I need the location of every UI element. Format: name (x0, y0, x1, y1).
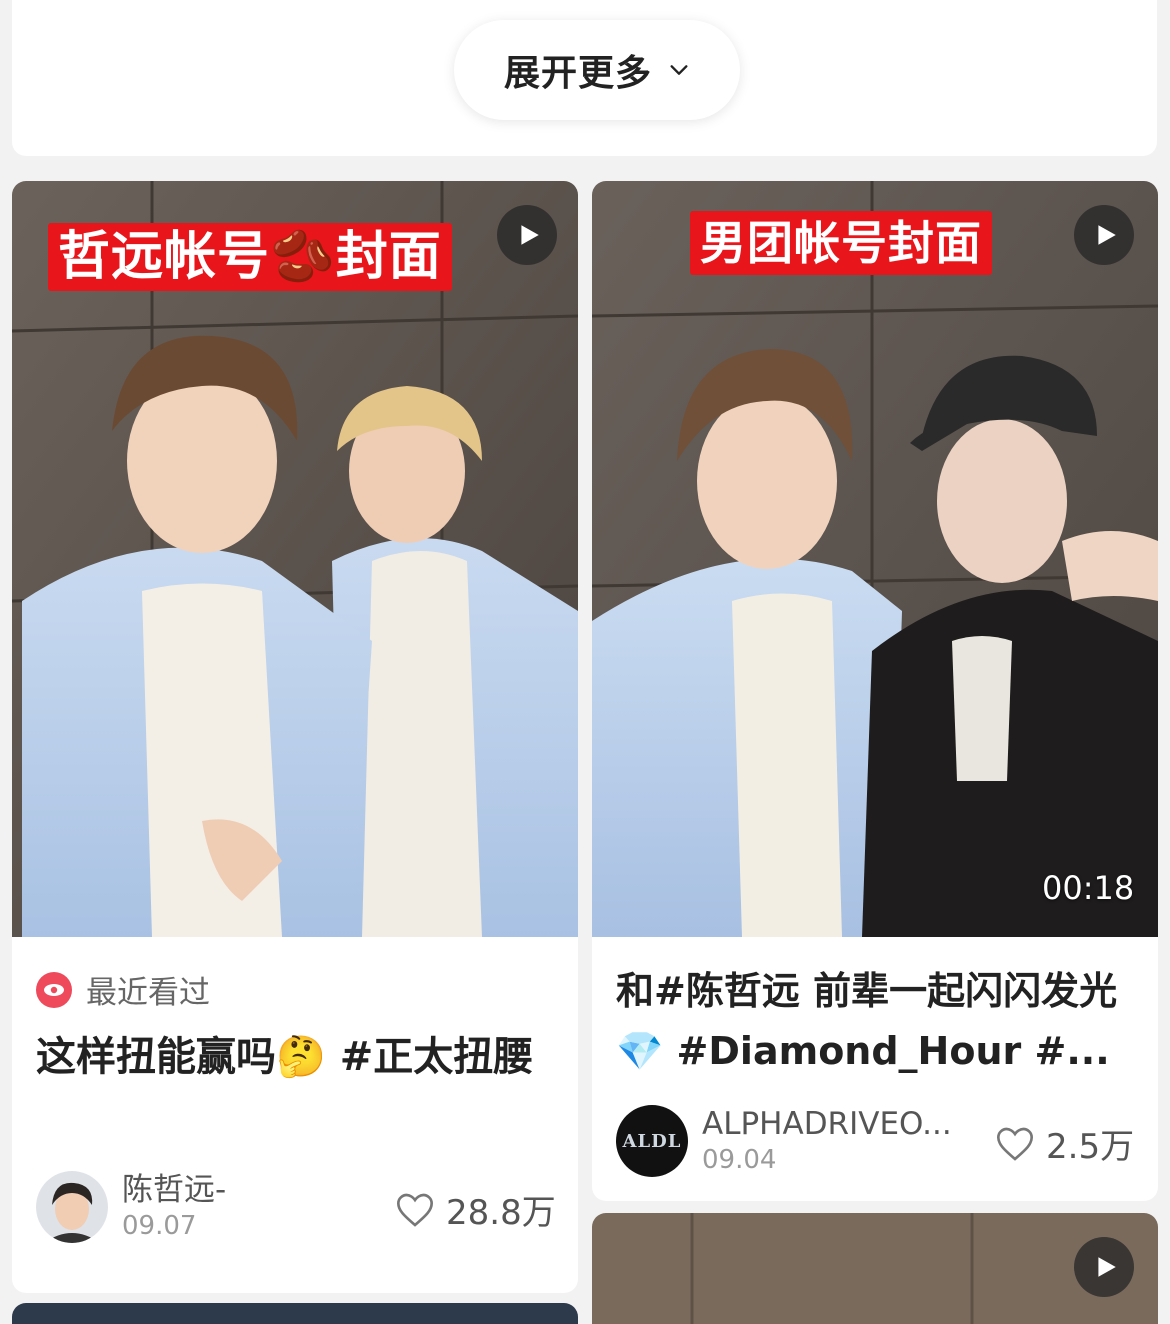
video-cover[interactable]: 哲远帐号🫘封面 (12, 181, 578, 937)
play-button[interactable] (497, 205, 557, 265)
cover-tag: 男团帐号封面 (690, 211, 992, 275)
recently-viewed: 最近看过 (36, 967, 210, 1012)
cover-image (12, 181, 578, 937)
video-title[interactable]: 这样扭能赢吗🤔 #正太扭腰 (36, 1027, 556, 1087)
video-cover[interactable] (592, 1213, 1158, 1324)
cover-tag: 哲远帐号🫘封面 (48, 223, 452, 291)
expand-more-button[interactable]: 展开更多 (454, 20, 740, 120)
heart-icon (396, 1193, 434, 1227)
like-button[interactable]: 28.8万 (394, 1185, 556, 1234)
avatar-logo: ALDL (622, 1130, 682, 1152)
recently-viewed-label: 最近看过 (86, 975, 210, 1011)
eye-icon (36, 971, 72, 1008)
video-duration: 00:18 (1042, 869, 1135, 907)
video-cover[interactable] (12, 1303, 578, 1324)
video-card[interactable]: 哲远帐号🫘封面 最近看过 这样扭能赢吗🤔 #正太扭腰 陈哲远- 09.07 28… (12, 181, 578, 1293)
video-cover[interactable]: 男团帐号封面 00:18 (592, 181, 1158, 937)
author-name: ALPHADRIVEO... (702, 1106, 952, 1142)
cover-image (592, 181, 1158, 937)
heart-icon (996, 1127, 1034, 1161)
like-count: 2.5万 (1046, 1127, 1135, 1167)
top-panel: 展开更多 (12, 0, 1157, 156)
play-icon (1098, 1257, 1116, 1277)
like-button[interactable]: 2.5万 (994, 1119, 1134, 1168)
play-button[interactable] (1074, 205, 1134, 265)
post-date: 09.04 (702, 1145, 777, 1175)
like-count: 28.8万 (446, 1193, 556, 1233)
video-title[interactable]: 和#陈哲远 前辈一起闪闪发光💎 #Diamond_Hour #... (616, 961, 1136, 1081)
author[interactable]: 陈哲远- 09.07 (36, 1171, 226, 1243)
play-icon (1098, 225, 1116, 245)
avatar[interactable]: ALDL (616, 1105, 688, 1177)
chevron-down-icon (670, 65, 688, 75)
post-date: 09.07 (122, 1211, 197, 1241)
author[interactable]: ALDL ALPHADRIVEO... 09.04 (616, 1105, 952, 1177)
author-name: 陈哲远- (122, 1172, 227, 1208)
play-icon (521, 225, 539, 245)
expand-more-label: 展开更多 (503, 53, 652, 94)
video-card[interactable] (592, 1213, 1158, 1324)
avatar[interactable] (36, 1171, 108, 1243)
play-button[interactable] (1074, 1237, 1134, 1297)
video-card[interactable]: 男团帐号封面 00:18 和#陈哲远 前辈一起闪闪发光💎 #Diamond_Ho… (592, 181, 1158, 1201)
video-card[interactable] (12, 1303, 578, 1324)
